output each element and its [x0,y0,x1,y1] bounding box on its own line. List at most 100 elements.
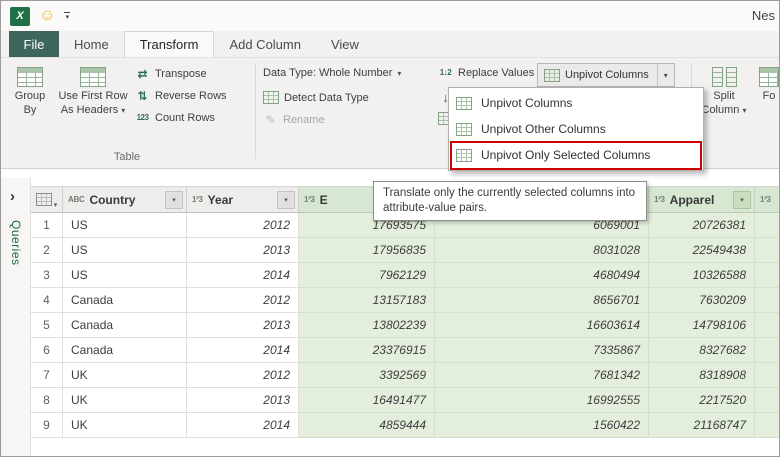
cell-year[interactable]: 2013 [187,238,299,263]
cell-value[interactable]: 16992555 [435,388,649,413]
expand-pane-chevron-icon[interactable]: › [10,188,15,205]
column-header-country[interactable]: ABC Country ▾ [63,186,187,213]
cell-year[interactable]: 2013 [187,313,299,338]
row-number[interactable]: 3 [31,263,63,288]
column-header-apparel[interactable]: 1²3 Apparel ▾ [649,186,755,213]
cell-value[interactable]: 2217520 [649,388,755,413]
cell-value[interactable]: 7681342 [435,363,649,388]
data-type-dropdown[interactable]: Data Type: Whole Number ▾ [263,67,401,79]
transpose-button[interactable]: ⇄ Transpose [135,64,206,83]
cell-clipped[interactable] [755,213,779,238]
format-button[interactable]: Fo [749,63,779,104]
cell-year[interactable]: 2014 [187,413,299,438]
row-number[interactable]: 4 [31,288,63,313]
filter-button[interactable]: ▾ [733,190,751,209]
menu-item-unpivot-other-columns[interactable]: Unpivot Other Columns [449,116,703,142]
unpivot-columns-button[interactable]: Unpivot Columns ▾ [537,63,675,87]
cell-value[interactable]: 3392569 [299,363,435,388]
cell-value[interactable]: 21168747 [649,413,755,438]
power-query-editor-window: X ☺ ▾ Nes File Home Transform Add Column… [0,0,780,457]
filter-button[interactable]: ▾ [277,190,295,209]
filter-button[interactable]: ▾ [165,190,183,209]
table-corner-menu-button[interactable]: ▾ [31,186,63,213]
cell-country[interactable]: UK [63,413,187,438]
row-number[interactable]: 5 [31,313,63,338]
row-number[interactable]: 1 [31,213,63,238]
cell-value[interactable]: 10326588 [649,263,755,288]
tab-file[interactable]: File [9,31,59,57]
reverse-rows-label: Reverse Rows [155,89,227,102]
row-number[interactable]: 8 [31,388,63,413]
cell-clipped[interactable] [755,263,779,288]
replace-values-label: Replace Values [458,67,535,79]
table-row: 2 US 2013 17956835 8031028 22549438 [31,238,779,263]
column-label: Year [207,192,234,207]
cell-clipped[interactable] [755,388,779,413]
row-number[interactable]: 7 [31,363,63,388]
column-header-year[interactable]: 1²3 Year ▾ [187,186,299,213]
cell-value[interactable]: 13157183 [299,288,435,313]
row-number[interactable]: 9 [31,413,63,438]
cell-clipped[interactable] [755,338,779,363]
tab-transform[interactable]: Transform [123,31,215,57]
cell-value[interactable]: 4680494 [435,263,649,288]
cell-value[interactable]: 20726381 [649,213,755,238]
cell-value[interactable]: 4859444 [299,413,435,438]
row-number[interactable]: 6 [31,338,63,363]
menu-item-unpivot-only-selected-columns[interactable]: Unpivot Only Selected Columns [449,142,703,168]
queries-pane-label[interactable]: Queries [9,220,23,266]
cell-clipped[interactable] [755,238,779,263]
column-header-clipped[interactable]: 1²3 [755,186,779,213]
cell-country[interactable]: US [63,238,187,263]
cell-year[interactable]: 2012 [187,213,299,238]
group-by-button[interactable]: Group By [7,63,53,118]
cell-clipped[interactable] [755,413,779,438]
menu-item-unpivot-columns[interactable]: Unpivot Columns [449,90,703,116]
cell-country[interactable]: Canada [63,288,187,313]
cell-value[interactable]: 16491477 [299,388,435,413]
use-first-row-button[interactable]: Use First Row As Headers ▾ [53,63,133,118]
tab-view[interactable]: View [316,31,374,57]
cell-country[interactable]: Canada [63,338,187,363]
cell-country[interactable]: UK [63,388,187,413]
replace-values-button[interactable]: 1↓2 Replace Values ▾ [438,67,543,79]
cell-value[interactable]: 1560422 [435,413,649,438]
cell-value[interactable]: 8031028 [435,238,649,263]
detect-data-type-button[interactable]: Detect Data Type [263,88,369,107]
tab-home[interactable]: Home [59,31,124,57]
cell-country[interactable]: US [63,213,187,238]
cell-value[interactable]: 14798106 [649,313,755,338]
column-label: Apparel [669,192,715,207]
qat-customize-dropdown-icon[interactable]: ▾ [64,11,71,21]
cell-value[interactable]: 8327682 [649,338,755,363]
dropdown-arrow-icon[interactable]: ▾ [656,64,668,86]
cell-clipped[interactable] [755,363,779,388]
tab-add-column[interactable]: Add Column [214,31,316,57]
reverse-rows-button[interactable]: ⇅ Reverse Rows [135,86,227,105]
cell-year[interactable]: 2014 [187,338,299,363]
cell-value[interactable]: 8656701 [435,288,649,313]
titlebar: X ☺ ▾ Nes [1,1,779,31]
cell-value[interactable]: 17956835 [299,238,435,263]
cell-clipped[interactable] [755,313,779,338]
count-rows-button[interactable]: 123 Count Rows [135,108,215,127]
cell-value[interactable]: 22549438 [649,238,755,263]
cell-value[interactable]: 7335867 [435,338,649,363]
row-number[interactable]: 2 [31,238,63,263]
cell-value[interactable]: 23376915 [299,338,435,363]
cell-year[interactable]: 2012 [187,363,299,388]
cell-value[interactable]: 8318908 [649,363,755,388]
cell-value[interactable]: 7630209 [649,288,755,313]
cell-country[interactable]: US [63,263,187,288]
smiley-icon[interactable]: ☺ [39,8,55,24]
cell-country[interactable]: UK [63,363,187,388]
cell-year[interactable]: 2014 [187,263,299,288]
cell-clipped[interactable] [755,288,779,313]
cell-country[interactable]: Canada [63,313,187,338]
cell-value[interactable]: 16603614 [435,313,649,338]
cell-value[interactable]: 13802239 [299,313,435,338]
cell-year[interactable]: 2013 [187,388,299,413]
cell-year[interactable]: 2012 [187,288,299,313]
split-column-button[interactable]: Split Column ▾ [697,63,751,118]
cell-value[interactable]: 7962129 [299,263,435,288]
